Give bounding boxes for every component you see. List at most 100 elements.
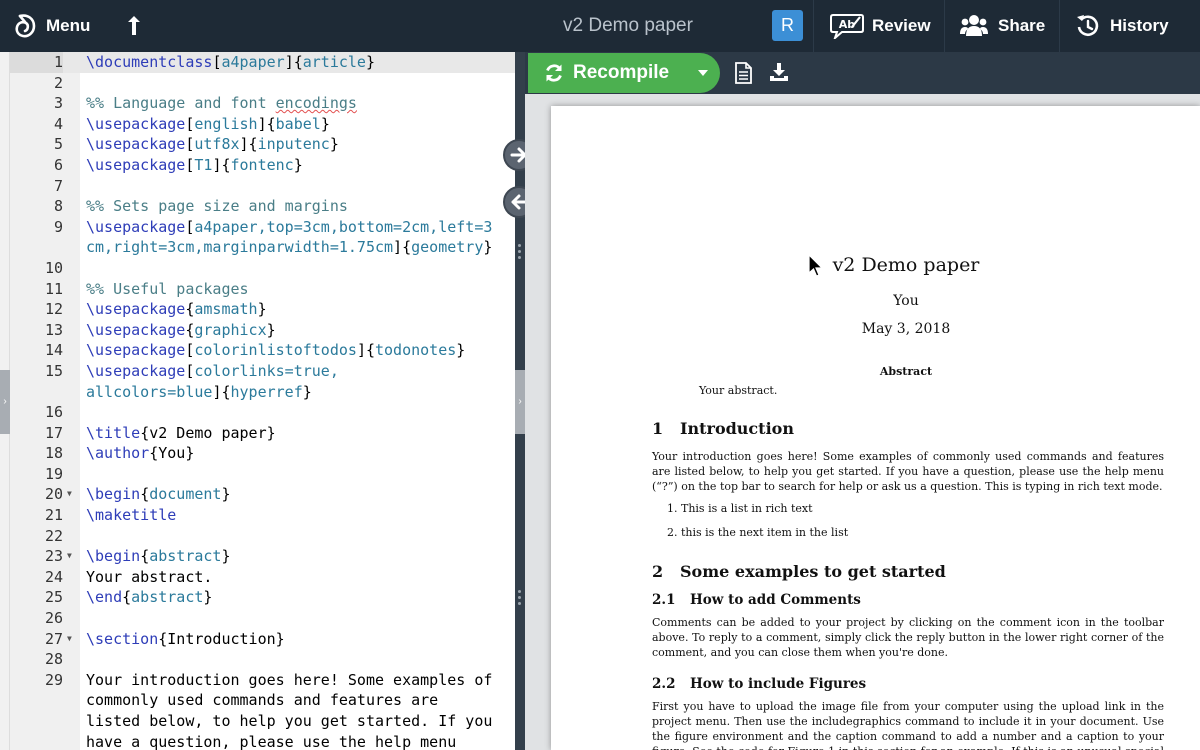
- user-avatar[interactable]: R: [772, 10, 803, 41]
- code-line[interactable]: 24 Your abstract.: [10, 567, 515, 588]
- code-line[interactable]: 15 \usepackage[colorlinks=true,: [10, 361, 515, 382]
- code-line[interactable]: 10: [10, 258, 515, 279]
- code-line[interactable]: allcolors=blue]{hyperref}: [10, 382, 515, 403]
- pdf-list-item: 1. This is a list in rich text: [667, 502, 813, 515]
- code-editor[interactable]: 1 \documentclass[a4paper]{article} 2 3%% La…: [10, 52, 515, 750]
- line-number: 15: [44, 361, 63, 380]
- line-number: 11: [44, 279, 63, 298]
- code-line[interactable]: 18 \author{You}: [10, 443, 515, 464]
- pdf-abstract-heading: Abstract: [879, 365, 933, 378]
- code-line[interactable]: 23 ▼ \begin{abstract}: [10, 546, 515, 567]
- code-text: \usepackage[colorlinks=true,: [86, 361, 339, 380]
- code-line[interactable]: 11 %% Useful packages: [10, 279, 515, 300]
- code-lines: 1 \documentclass[a4paper]{article} 2 3%% La…: [10, 52, 515, 750]
- code-line[interactable]: 12 \usepackage{amsmath}: [10, 299, 515, 320]
- toggle-pdf-pane-handle[interactable]: ›: [515, 370, 525, 434]
- recompile-label: Recompile: [573, 62, 670, 83]
- code-line[interactable]: 20 ▼ \begin{document}: [10, 484, 515, 505]
- code-text: \maketitle: [86, 506, 177, 525]
- code-text: \end{abstract}: [86, 588, 213, 607]
- logs-file-icon[interactable]: [734, 62, 752, 84]
- pdf-page[interactable]: v2 Demo paper You May 3, 2018 Abstract Y…: [551, 106, 1200, 750]
- code-line[interactable]: listed below, to help you get started. I…: [10, 711, 515, 732]
- fold-toggle-icon[interactable]: ▼: [67, 629, 72, 650]
- line-number: 18: [44, 444, 63, 463]
- code-line[interactable]: 27 ▼ \section{Introduction}: [10, 629, 515, 650]
- line-number: 27: [44, 629, 63, 648]
- code-text: commonly used commands and features are: [86, 691, 439, 710]
- code-line[interactable]: 8 %% Sets page size and margins: [10, 196, 515, 217]
- code-line[interactable]: 14 \usepackage[colorinlistoftodos]{todono…: [10, 340, 515, 361]
- line-number: 22: [44, 526, 63, 545]
- line-number: 24: [44, 567, 63, 586]
- code-line[interactable]: 4 \usepackage[english]{babel}: [10, 114, 515, 135]
- menu-button[interactable]: Menu: [14, 0, 90, 52]
- code-text: \author{You}: [86, 444, 195, 463]
- fold-toggle-icon[interactable]: ▼: [67, 546, 72, 567]
- code-text: \usepackage[utf8x]{inputenc}: [86, 135, 339, 154]
- fold-toggle-icon[interactable]: ▼: [67, 484, 72, 505]
- download-pdf-icon[interactable]: [769, 62, 789, 82]
- splitter-grip-top: [518, 244, 522, 259]
- expand-file-tree-toggle[interactable]: ›: [0, 370, 10, 434]
- project-title[interactable]: v2 Demo paper: [500, 0, 756, 52]
- recompile-options-caret-icon[interactable]: [698, 70, 708, 76]
- history-label: History: [1110, 16, 1169, 35]
- history-button[interactable]: History: [1076, 0, 1169, 52]
- code-text: \usepackage{amsmath}: [86, 300, 267, 319]
- review-button[interactable]: Ab Review: [830, 0, 931, 52]
- code-text: \section{Introduction}: [86, 629, 285, 648]
- line-number: 1: [10, 52, 63, 73]
- code-text: \begin{abstract}: [86, 547, 231, 566]
- code-line[interactable]: 6 \usepackage[T1]{fontenc}: [10, 155, 515, 176]
- pdf-date: May 3, 2018: [861, 321, 951, 337]
- recompile-button[interactable]: Recompile: [528, 53, 720, 93]
- code-line[interactable]: 16: [10, 402, 515, 423]
- code-line[interactable]: 7: [10, 176, 515, 197]
- toolbar-divider: [944, 0, 945, 52]
- code-text: \documentclass[a4paper]{article}: [86, 53, 375, 71]
- review-icon: Ab: [830, 14, 864, 39]
- line-number: 19: [44, 464, 63, 483]
- code-line[interactable]: 2: [10, 73, 515, 94]
- code-line[interactable]: 3 %% Language and font encodings: [10, 93, 515, 114]
- back-to-projects-button[interactable]: [122, 0, 146, 52]
- review-label: Review: [872, 16, 931, 35]
- code-text: Your abstract.: [86, 567, 213, 586]
- code-line[interactable]: 26: [10, 608, 515, 629]
- pdf-subsection-title: How to add Comments: [690, 592, 861, 608]
- code-line[interactable]: 25 \end{abstract}: [10, 587, 515, 608]
- level-up-icon: [128, 16, 140, 35]
- top-toolbar: Menu v2 Demo paper R Ab Review Share His…: [0, 0, 1200, 52]
- code-line[interactable]: 29 Your introduction goes here! Some exam…: [10, 670, 515, 691]
- pdf-subsection-number: 2.2: [652, 676, 676, 692]
- share-button[interactable]: Share: [960, 0, 1045, 52]
- pdf-subsection-heading: 2.2 How to include Figures: [652, 676, 866, 692]
- code-line[interactable]: 28: [10, 649, 515, 670]
- toolbar-divider: [813, 0, 814, 52]
- code-line[interactable]: commonly used commands and features are: [10, 690, 515, 711]
- code-line[interactable]: 13 \usepackage{graphicx}: [10, 320, 515, 341]
- code-line[interactable]: 5 \usepackage[utf8x]{inputenc}: [10, 134, 515, 155]
- line-number: 5: [53, 135, 63, 154]
- pdf-section-number: 2: [652, 562, 664, 581]
- code-line[interactable]: 21 \maketitle: [10, 505, 515, 526]
- pdf-subsection-title: How to include Figures: [690, 676, 867, 692]
- line-number: 10: [44, 258, 63, 277]
- code-line[interactable]: 1 \documentclass[a4paper]{article}: [10, 52, 515, 73]
- code-line[interactable]: 17 \title{v2 Demo paper}: [10, 423, 515, 444]
- line-number: 21: [44, 506, 63, 525]
- code-line[interactable]: 22: [10, 526, 515, 547]
- code-line[interactable]: cm,right=3cm,marginparwidth=1.75cm]{geom…: [10, 237, 515, 258]
- line-number: 9: [53, 217, 63, 236]
- code-line[interactable]: 9 \usepackage[a4paper,top=3cm,bottom=2cm,…: [10, 217, 515, 238]
- code-text: %% Sets page size and margins: [86, 197, 348, 216]
- code-line[interactable]: have a question, please use the help men…: [10, 732, 515, 750]
- line-number: 20: [44, 485, 63, 504]
- toolbar-divider: [1059, 0, 1060, 52]
- users-icon: [960, 15, 988, 36]
- code-text: \usepackage[a4paper,top=3cm,bottom=2cm,l…: [86, 217, 493, 236]
- code-line[interactable]: 19: [10, 464, 515, 485]
- line-number: 13: [44, 320, 63, 339]
- code-text: cm,right=3cm,marginparwidth=1.75cm]{geom…: [86, 238, 493, 257]
